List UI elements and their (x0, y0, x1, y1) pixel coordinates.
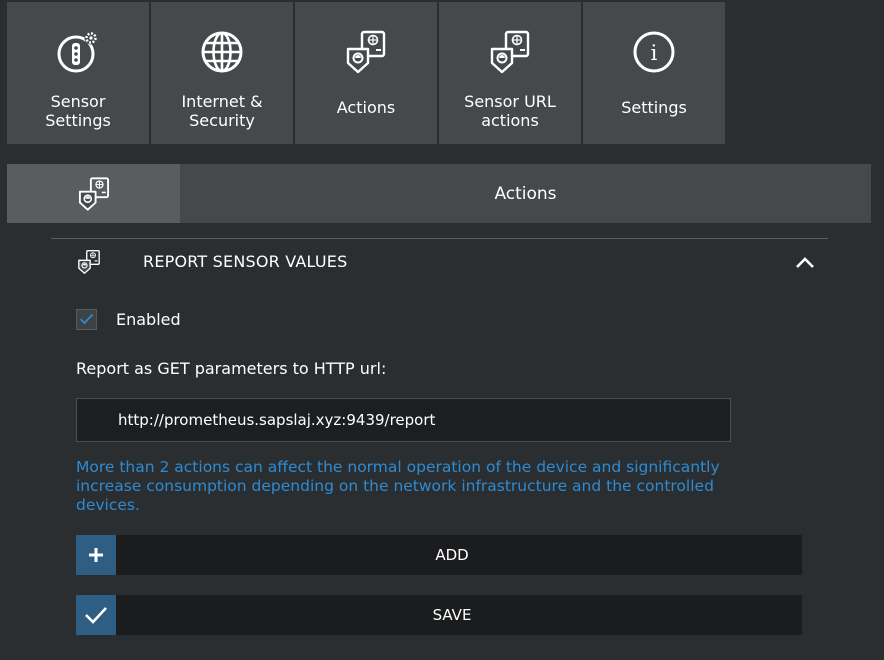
add-button-label: ADD (435, 546, 469, 564)
info-icon: i (633, 31, 675, 73)
plus-icon (76, 535, 116, 575)
section-title: Actions (494, 183, 557, 204)
enabled-checkbox[interactable] (76, 308, 97, 330)
nav-tile-settings[interactable]: i Settings (583, 2, 725, 144)
add-button[interactable]: ADD (76, 535, 802, 575)
nav-tile-actions[interactable]: Actions (295, 2, 437, 144)
panel-header-report-sensor-values[interactable]: REPORT SENSOR VALUES (51, 240, 828, 284)
panel-title: REPORT SENSOR VALUES (143, 252, 348, 271)
nav-tile-sensor-settings[interactable]: Sensor Settings (7, 2, 149, 144)
nav-tile-internet-security[interactable]: Internet & Security (151, 2, 293, 144)
top-nav: Sensor Settings Internet & Security Acti… (7, 2, 725, 144)
nav-tile-label: Settings (621, 98, 687, 117)
section-icon-box (7, 164, 180, 223)
actions-icon (76, 249, 102, 275)
svg-text:i: i (651, 41, 658, 65)
checkmark-icon (76, 595, 116, 635)
actions-icon (76, 176, 112, 212)
save-button-label: SAVE (432, 606, 472, 624)
url-field-label: Report as GET parameters to HTTP url: (76, 359, 387, 378)
nav-tile-label: Internet & Security (181, 92, 263, 130)
enabled-label: Enabled (116, 309, 181, 329)
nav-tile-label: Actions (336, 98, 396, 117)
warning-text: More than 2 actions can affect the norma… (76, 458, 720, 514)
nav-tile-label: Sensor Settings (45, 92, 111, 130)
enabled-checkbox-row[interactable]: Enabled (76, 308, 181, 330)
panel-divider (51, 238, 828, 239)
section-header: Actions (7, 164, 871, 223)
chevron-up-icon[interactable] (794, 254, 816, 270)
nav-tile-sensor-url-actions[interactable]: Sensor URL actions (439, 2, 581, 144)
save-button[interactable]: SAVE (76, 595, 802, 635)
sensor-url-actions-icon (487, 29, 533, 75)
actions-icon (343, 29, 389, 75)
globe-icon (201, 31, 243, 73)
page: Sensor Settings Internet & Security Acti… (0, 0, 884, 660)
nav-tile-label: Sensor URL actions (464, 92, 556, 130)
checkmark-icon (79, 313, 94, 325)
report-url-input[interactable] (76, 398, 731, 442)
sensor-settings-icon (57, 31, 98, 73)
